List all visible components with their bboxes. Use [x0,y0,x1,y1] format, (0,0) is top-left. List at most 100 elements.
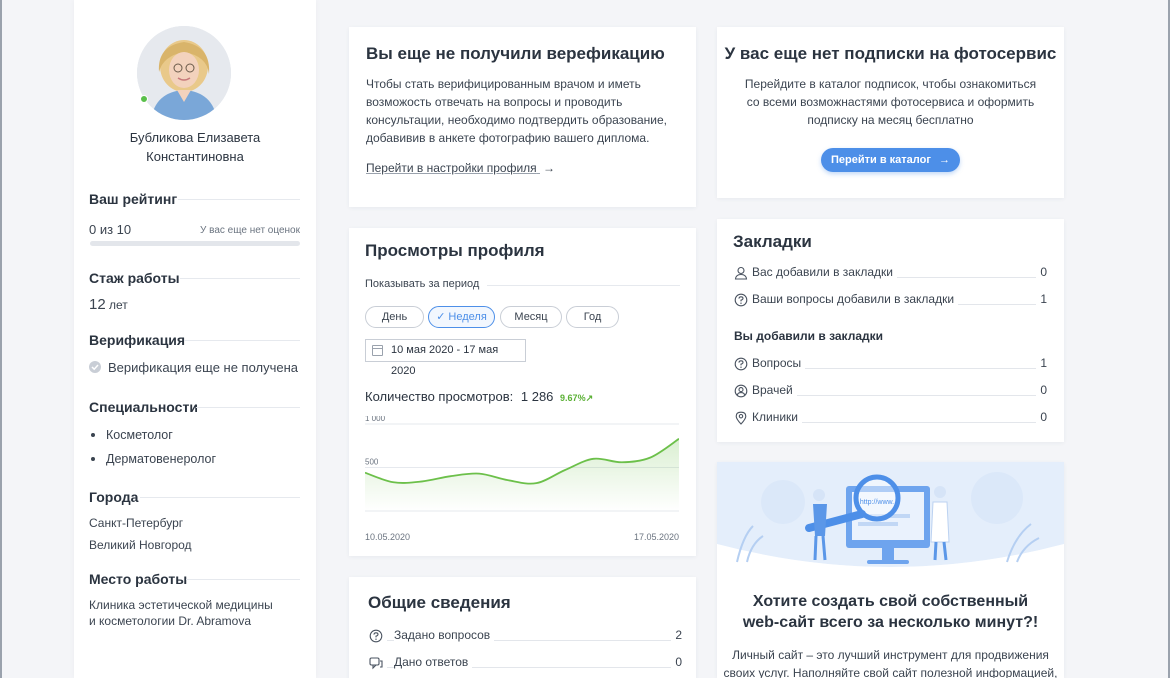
y-axis-tick-label: 500 [365,458,379,467]
doctor-name-line1: Бубликова Елизавета [129,130,261,145]
period-year-button[interactable]: Год [566,306,619,328]
row-label: Ваши вопросы добавили в закладки [752,292,959,306]
row-label: Вас добавили в закладки [752,265,897,279]
period-day-label: День [381,311,408,323]
question-icon [734,293,748,307]
go-to-catalog-button[interactable]: Перейти в каталог → [821,148,960,172]
bookmark-row[interactable]: Вас добавили в закладки 0 [734,264,1047,284]
bullet-icon [91,433,95,437]
divider [184,340,300,341]
bullet-icon [91,457,95,461]
divider [180,278,300,279]
promo-title-line1: Хотите создать свой собственный [752,593,1029,610]
general-row: Задано вопросов 2 [369,627,682,647]
views-count-label: Количество просмотров: [365,389,514,404]
photo-service-title: У вас еще нет подписки на фотосервис [724,44,1057,63]
cities-title: Города [89,489,139,505]
row-value: 2 [671,628,682,642]
website-promo-card: http://www. Хотите создать свой собствен… [717,462,1064,678]
x-axis-end-label: 17.05.2020 [633,532,679,542]
row-value: 0 [671,655,682,669]
pin-icon [735,411,747,425]
bookmark-row[interactable]: Клиники 0 [734,409,1047,429]
text-line: возможость отвечать на вопросы и проводи… [366,95,623,109]
date-range-picker[interactable]: 10 мая 2020 - 17 мая 2020 [365,339,526,377]
profile-settings-link-label: Перейти в настройки профиля [366,161,537,175]
experience-title: Стаж работы [89,270,180,286]
verification-status: Верификация еще не получена [108,360,299,375]
period-month-button[interactable]: Месяц [500,306,562,328]
question-icon [369,629,383,643]
text-line: Перейдите в каталог подписок, чтобы озна… [744,77,1037,91]
date-range-value: 10 мая 2020 - 17 мая 2020 [391,344,499,377]
profile-sidebar: Бубликова Елизавета Константиновна Ваш р… [74,0,316,678]
experience-unit: лет [109,298,128,312]
avatar-photo [137,26,231,120]
experience-years: 12 [89,296,106,313]
promo-text-line2: своих услуг. Наполняйте свой сайт полезн… [723,666,1058,678]
y-axis-tick-label: 1 000 [365,416,386,423]
row-value: 1 [1036,292,1047,306]
row-value: 1 [1036,356,1047,370]
illustration-url-text: http://www. [860,499,894,506]
period-day-button[interactable]: День [365,306,424,328]
promo-title: Хотите создать свой собственный web-сайт… [717,591,1064,633]
photo-service-card: У вас еще нет подписки на фотосервис Пер… [717,27,1064,198]
divider [196,407,300,408]
rating-note: У вас еще нет оценок [200,225,300,236]
period-week-label: Неделя [448,311,487,323]
text-line: консультации, необходимо подтвердить обр… [366,113,667,127]
views-count: Количество просмотров: 1 286 9.67%↗ [365,389,593,404]
specialties-title: Специальности [89,399,198,415]
check-circle-icon [89,361,101,373]
website-illustration: http://www. [717,462,1064,574]
row-label: Задано вопросов [394,628,495,642]
row-label: Дано ответов [394,655,473,669]
text-line: добавивив в анкете фотографию вашего дип… [366,131,650,145]
row-label: Клиники [752,410,802,424]
general-row: Дано ответов 0 [369,654,682,674]
period-week-button[interactable]: ✓ Неделя [428,306,495,328]
arrow-right-icon: → [543,161,555,175]
general-info-title: Общие сведения [368,593,511,612]
bookmark-row[interactable]: Врачей 0 [734,382,1047,402]
specialty-item: Косметолог [106,428,173,442]
rating-title: Ваш рейтинг [89,191,178,207]
general-info-card: Общие сведения Задано вопросов 2 Дано от… [349,577,696,678]
row-value: 0 [1036,383,1047,397]
divider [140,497,300,498]
verification-card-title: Вы еще не получили верефикацию [366,44,665,63]
workplace-line1: Клиника эстетической медицины [89,598,273,612]
profile-settings-link[interactable]: Перейти в настройки профиля → [366,161,555,175]
period-label: Показывать за период [365,278,480,290]
rating-value: 0 из 10 [89,222,132,237]
photo-service-text: Перейдите в каталог подписок, чтобы озна… [717,75,1064,129]
trend-up-icon: ↗ [585,393,594,403]
city-item: Санкт-Петербург [89,516,184,530]
divider [186,579,300,580]
views-growth-value: 9.67% [560,393,586,403]
doctor-name-line2: Константиновна [146,149,244,164]
bookmark-row[interactable]: Ваши вопросы добавили в закладки 1 [734,291,1047,311]
window-frame-left [0,0,2,678]
specialty-item: Дерматовенеролог [106,452,217,466]
rating-progress-bar [90,241,300,246]
row-value: 0 [1036,410,1047,424]
text-line: со всеми возможнастями фотосервиса и офо… [746,95,1035,109]
profile-views-title: Просмотры профиля [365,241,545,260]
bookmarks-card: Закладки Вас добавили в закладки 0 Ваши … [717,219,1064,442]
online-status-dot [140,95,148,103]
verification-title: Верификация [89,332,186,348]
row-value: 0 [1036,265,1047,279]
text-line: Чтобы стать верифицированным врачом и им… [366,77,641,91]
text-line: подписку на месяц бесплатно [807,113,974,127]
avatar[interactable] [137,26,231,120]
views-chart: 1 000 500 [365,416,679,512]
chat-icon [369,657,383,670]
bookmarks-title: Закладки [733,232,812,251]
verification-card-text: Чтобы стать верифицированным врачом и им… [366,75,667,147]
profile-views-card: Просмотры профиля Показывать за период Д… [349,228,696,556]
x-axis-start-label: 10.05.2020 [365,532,411,542]
promo-text-line1: Личный сайт – это лучший инструмент для … [732,648,1049,662]
bookmark-row[interactable]: Вопросы 1 [734,355,1047,375]
